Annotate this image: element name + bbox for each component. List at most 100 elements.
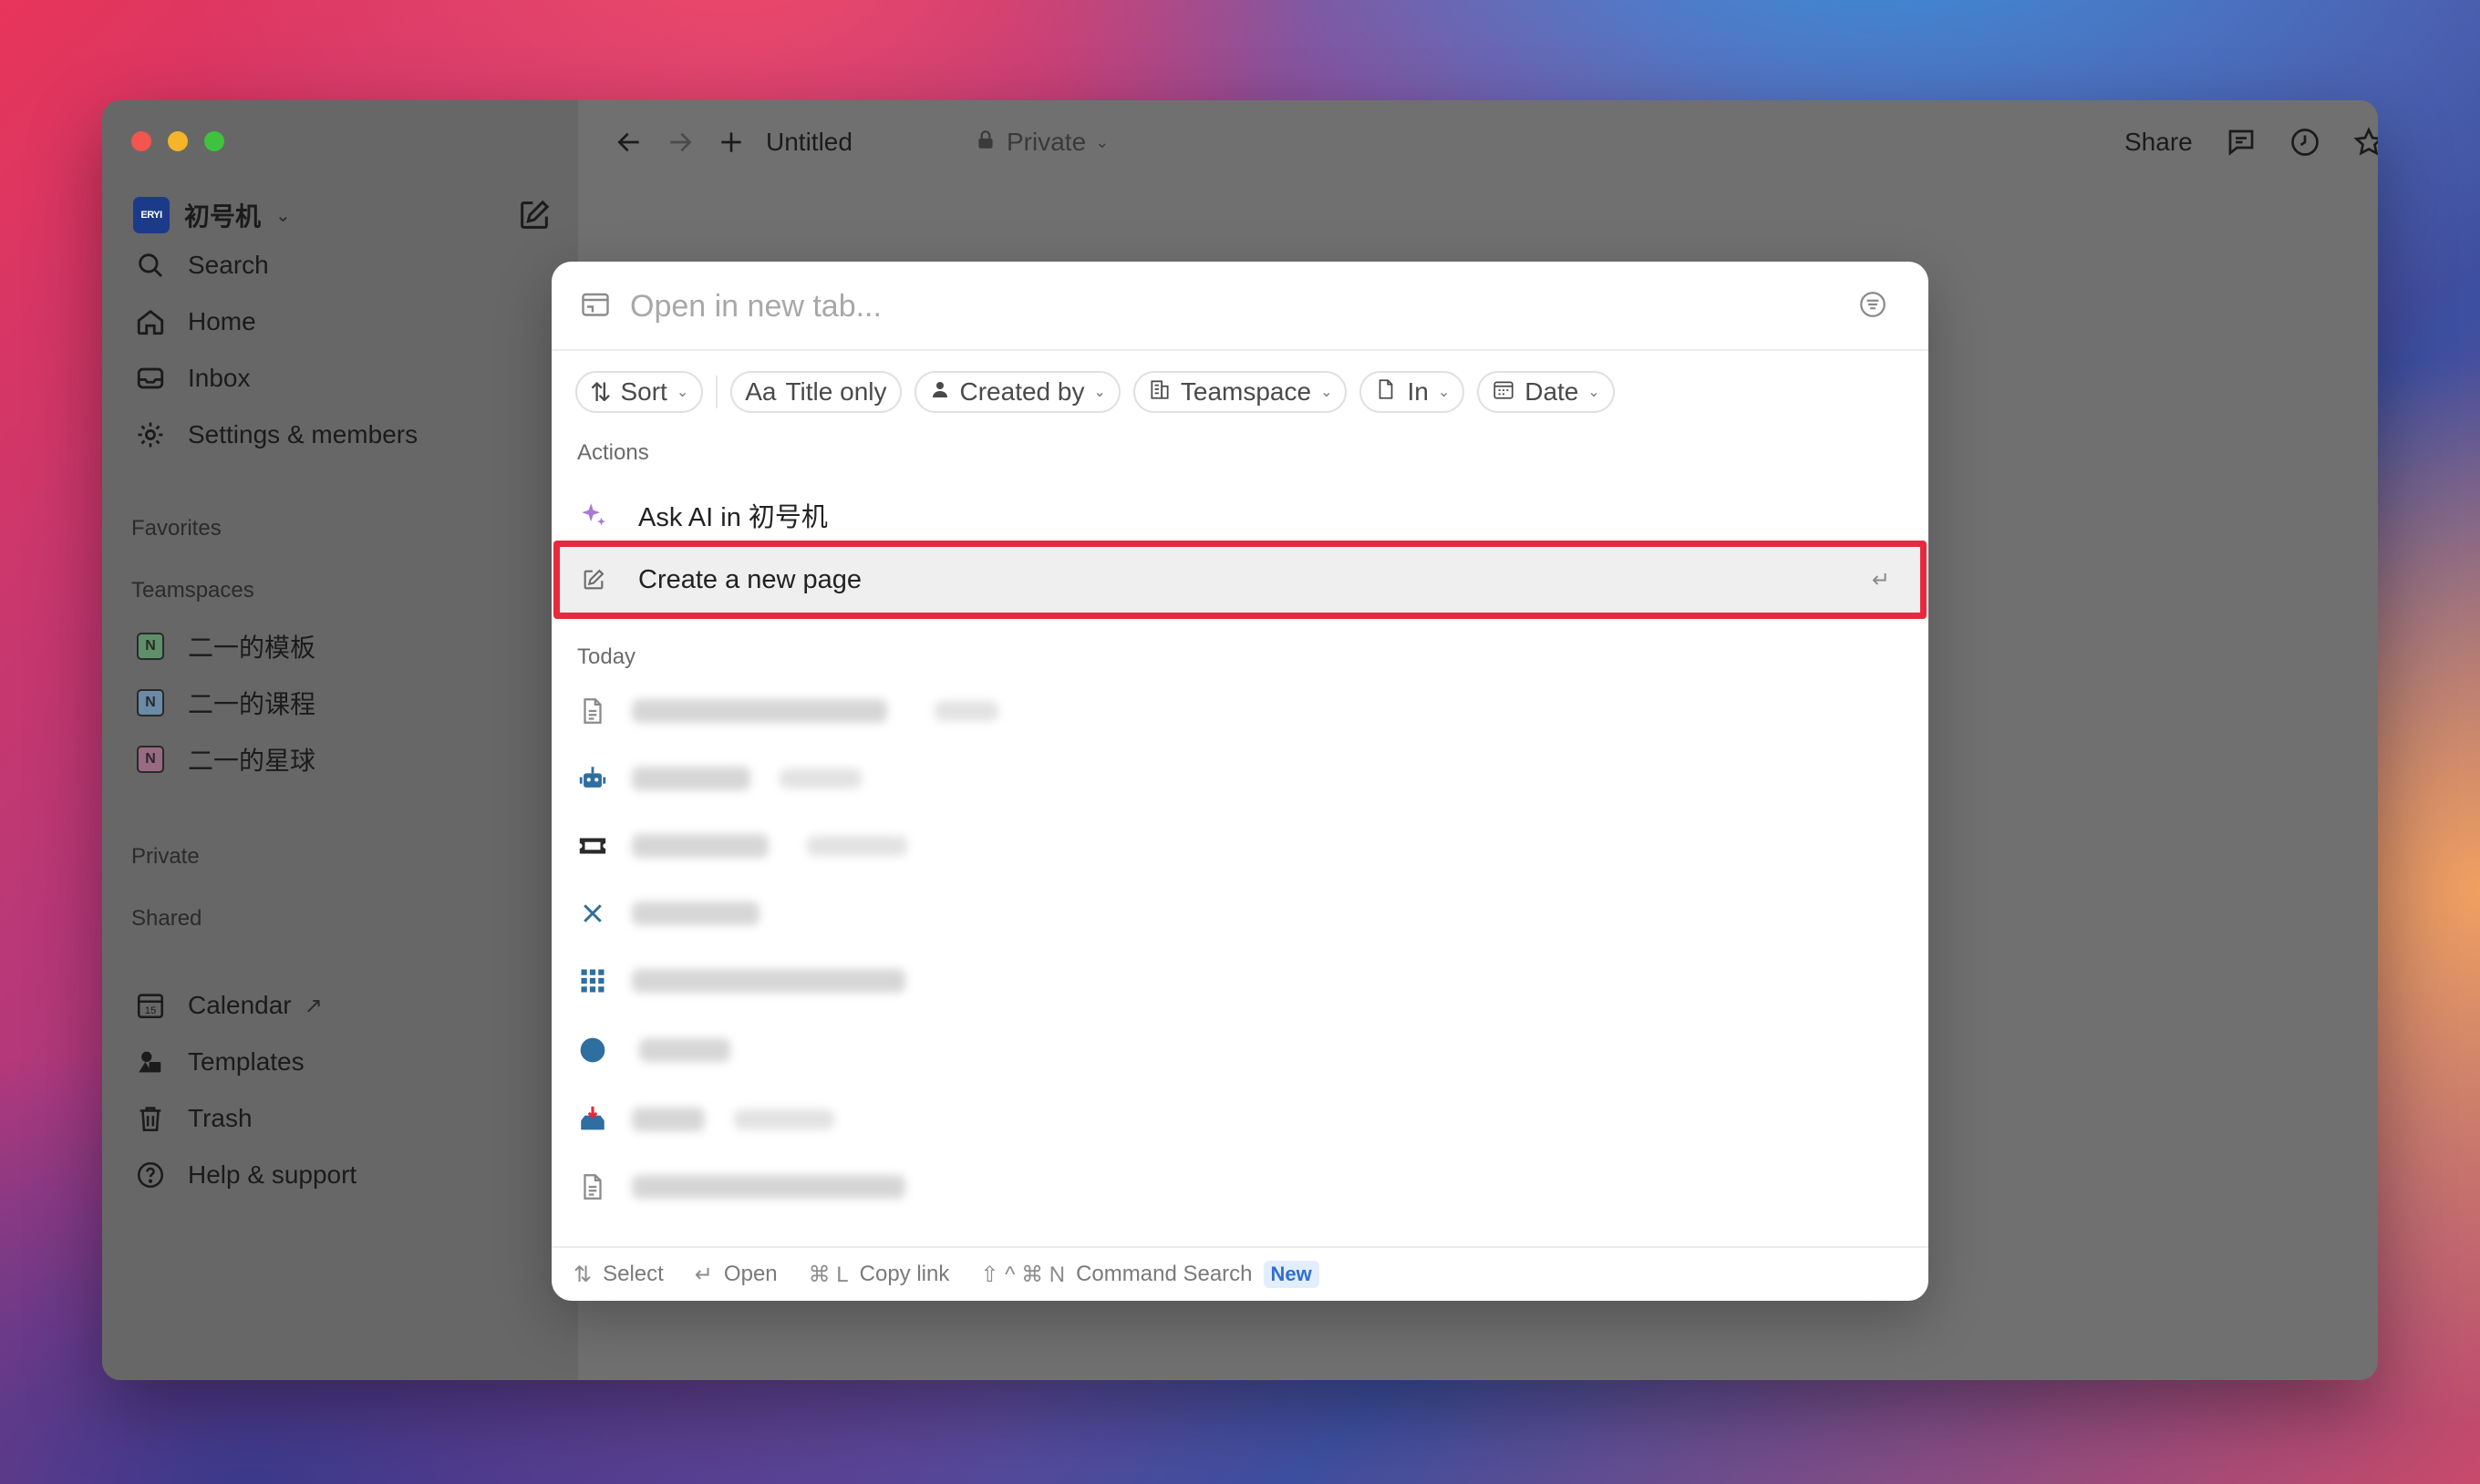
notion-teamspace-icon: N bbox=[137, 746, 164, 773]
calendar-icon bbox=[1492, 377, 1515, 407]
action-label: Ask AI in 初号机 bbox=[638, 503, 828, 532]
workspace-logo: ERYI bbox=[133, 197, 170, 233]
inbox-icon bbox=[133, 361, 168, 396]
command-search-shortcut: ⇧ ^ ⌘ N Command Search New bbox=[980, 1261, 1319, 1288]
circle-icon bbox=[575, 1033, 610, 1067]
teamspaces-section-label: Teamspaces bbox=[131, 578, 254, 603]
search-input[interactable] bbox=[628, 282, 1726, 331]
created-by-filter-button[interactable]: Created by ⌄ bbox=[914, 371, 1121, 413]
page-icon bbox=[1374, 377, 1398, 407]
chevron-down-icon: ⌄ bbox=[1093, 385, 1106, 400]
sidebar-item-label: Inbox bbox=[188, 364, 251, 392]
list-item[interactable] bbox=[552, 880, 1928, 947]
sidebar-item-teamspace-planet[interactable]: N 二一的星球 bbox=[133, 737, 315, 782]
sidebar-item-templates[interactable]: Templates bbox=[133, 1039, 305, 1085]
list-item[interactable] bbox=[552, 1153, 1928, 1221]
action-label: Create a new page bbox=[638, 564, 863, 594]
person-icon bbox=[929, 377, 951, 407]
sort-arrows-icon: ⇅ bbox=[590, 377, 612, 407]
create-new-page-action[interactable]: Create a new page ↵ bbox=[552, 549, 1928, 611]
ask-ai-action[interactable]: Ask AI in 初号机 bbox=[552, 484, 1928, 546]
workspace-switcher[interactable]: ERYI 初号机 ⌄ bbox=[133, 195, 291, 235]
list-item[interactable] bbox=[552, 745, 1928, 812]
top-bar: Untitled Private ⌄ Share ••• bbox=[578, 100, 2378, 182]
window-minimize-button[interactable] bbox=[168, 131, 188, 151]
new-tab-plus-icon[interactable] bbox=[713, 124, 749, 160]
x-mark-icon bbox=[575, 896, 610, 931]
share-button[interactable]: Share bbox=[2124, 124, 2193, 160]
sidebar-item-inbox[interactable]: Inbox bbox=[133, 356, 251, 401]
chevron-down-icon: ⌄ bbox=[1320, 385, 1333, 400]
forward-arrow-icon[interactable] bbox=[662, 124, 698, 160]
back-arrow-icon[interactable] bbox=[611, 124, 647, 160]
sidebar-item-label: Help & support bbox=[188, 1160, 357, 1189]
chevron-down-icon: ⌄ bbox=[1587, 385, 1600, 400]
page-title[interactable]: Untitled bbox=[766, 124, 852, 160]
privacy-dropdown[interactable]: Private ⌄ bbox=[974, 124, 1109, 160]
filter-list-icon[interactable] bbox=[1857, 289, 1890, 322]
in-filter-button[interactable]: In ⌄ bbox=[1359, 371, 1465, 413]
sidebar-item-label: 二一的星球 bbox=[188, 747, 316, 775]
date-filter-button[interactable]: Date ⌄ bbox=[1477, 371, 1615, 413]
window-zoom-button[interactable] bbox=[204, 131, 224, 151]
text-style-icon: Aa bbox=[745, 377, 777, 406]
filter-bar: ⇅ Sort ⌄ Aa Title only Created by ⌄ Team… bbox=[575, 369, 1615, 415]
sidebar-item-help[interactable]: Help & support bbox=[133, 1152, 356, 1198]
search-icon bbox=[133, 248, 168, 283]
grid-icon bbox=[575, 964, 610, 998]
sidebar-item-label: Home bbox=[188, 307, 256, 335]
favorite-star-icon[interactable] bbox=[2351, 124, 2378, 160]
sidebar-item-label: Templates bbox=[188, 1047, 305, 1076]
sidebar-item-home[interactable]: Home bbox=[133, 299, 256, 345]
calendar-icon: 15 bbox=[133, 988, 168, 1023]
sidebar-item-settings[interactable]: Settings & members bbox=[133, 412, 418, 458]
today-section-label: Today bbox=[577, 644, 636, 669]
sidebar-item-teamspace-courses[interactable]: N 二一的课程 bbox=[133, 680, 315, 726]
shared-section-label: Shared bbox=[131, 906, 202, 931]
sidebar-item-label: Calendar bbox=[188, 991, 292, 1019]
sidebar-item-trash[interactable]: Trash bbox=[133, 1096, 253, 1141]
sidebar-item-calendar[interactable]: 15 Calendar ↗ bbox=[133, 983, 323, 1028]
comment-icon[interactable] bbox=[2223, 124, 2259, 160]
sort-filter-button[interactable]: ⇅ Sort ⌄ bbox=[575, 371, 704, 413]
svg-text:15: 15 bbox=[145, 1005, 157, 1016]
window-close-button[interactable] bbox=[131, 131, 151, 151]
home-icon bbox=[133, 304, 168, 339]
list-item[interactable] bbox=[552, 677, 1928, 745]
gear-icon bbox=[133, 417, 168, 452]
title-only-filter-button[interactable]: Aa Title only bbox=[730, 371, 902, 413]
sidebar-item-search[interactable]: Search bbox=[133, 242, 269, 288]
new-badge: New bbox=[1263, 1261, 1319, 1288]
sidebar-item-teamspace-templates[interactable]: N 二一的模板 bbox=[133, 623, 315, 669]
help-icon bbox=[133, 1158, 168, 1192]
notion-teamspace-icon: N bbox=[137, 689, 164, 716]
sidebar-item-label: Trash bbox=[188, 1104, 253, 1132]
list-item[interactable] bbox=[552, 1016, 1928, 1084]
inbox-tray-icon bbox=[575, 1102, 610, 1137]
list-item[interactable] bbox=[552, 947, 1928, 1015]
chevron-down-icon: ⌄ bbox=[275, 205, 291, 226]
history-clock-icon[interactable] bbox=[2287, 124, 2323, 160]
sidebar: ERYI 初号机 ⌄ Search Home Inbox Settings & … bbox=[102, 100, 578, 1380]
building-icon bbox=[1148, 377, 1172, 407]
list-item[interactable] bbox=[552, 812, 1928, 880]
external-link-icon: ↗ bbox=[304, 993, 323, 1018]
chevron-down-icon: ⌄ bbox=[676, 385, 689, 400]
templates-icon bbox=[133, 1045, 168, 1079]
sidebar-item-label: Search bbox=[188, 251, 269, 279]
teamspace-filter-button[interactable]: Teamspace ⌄ bbox=[1132, 371, 1348, 413]
sparkle-icon bbox=[577, 499, 610, 531]
list-item[interactable] bbox=[552, 1086, 1928, 1153]
select-shortcut: ⇅ Select bbox=[574, 1262, 664, 1287]
lock-icon bbox=[974, 128, 997, 158]
shortcut-footer: ⇅ Select ↵ Open ⌘ L Copy link ⇧ ^ ⌘ N Comman… bbox=[552, 1246, 1928, 1301]
private-section-label: Private bbox=[131, 844, 200, 869]
compose-icon bbox=[577, 563, 610, 596]
sidebar-item-label: 二一的课程 bbox=[188, 690, 316, 718]
ticket-icon bbox=[575, 829, 610, 863]
trash-icon bbox=[133, 1101, 168, 1136]
search-row bbox=[552, 262, 1928, 351]
chevron-down-icon: ⌄ bbox=[1437, 385, 1451, 400]
new-page-compose-icon[interactable] bbox=[516, 197, 553, 233]
page-icon bbox=[575, 1170, 610, 1204]
